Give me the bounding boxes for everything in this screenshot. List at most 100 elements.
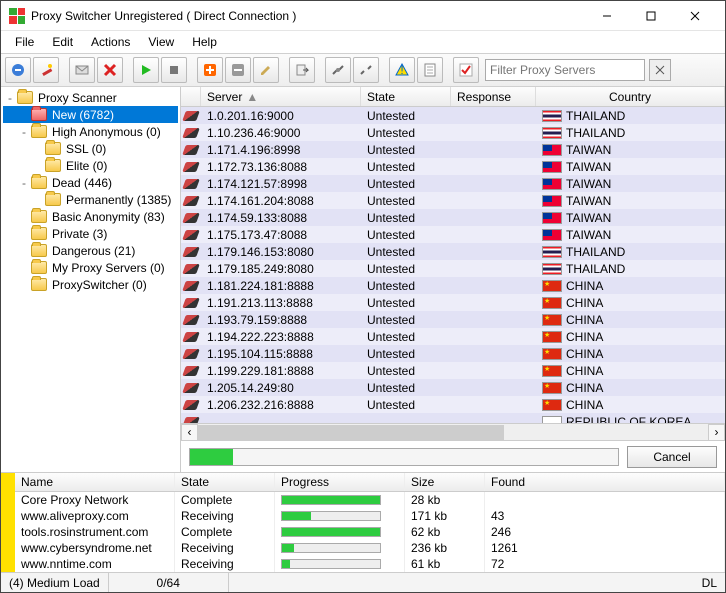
proxy-icon	[182, 264, 200, 274]
check-button[interactable]	[453, 57, 479, 83]
col-response[interactable]: Response	[451, 87, 536, 106]
tree-item[interactable]: -High Anonymous (0)	[3, 123, 178, 140]
menu-edit[interactable]: Edit	[44, 33, 81, 51]
proxy-row[interactable]: 1.181.224.181:8888UntestedCHINA	[181, 277, 725, 294]
tree-item[interactable]: My Proxy Servers (0)	[3, 259, 178, 276]
add-button[interactable]	[197, 57, 223, 83]
col-server[interactable]: Server ▲	[201, 87, 361, 106]
source-row[interactable]: www.nntime.comReceiving61 kb72	[15, 556, 725, 572]
proxy-icon	[182, 162, 200, 172]
tree-item[interactable]: Dangerous (21)	[3, 242, 178, 259]
horizontal-scrollbar[interactable]: ‹ ›	[181, 423, 725, 440]
proxy-icon	[182, 128, 200, 138]
proxy-row[interactable]: 1.0.201.16:9000UntestedTHAILAND	[181, 107, 725, 124]
proxy-row[interactable]: 1.206.232.216:8888UntestedCHINA	[181, 396, 725, 413]
wizard-button[interactable]	[33, 57, 59, 83]
source-row[interactable]: www.cybersyndrome.netReceiving236 kb1261	[15, 540, 725, 556]
filter-clear-button[interactable]	[649, 59, 671, 81]
flag-icon	[542, 263, 562, 275]
menu-help[interactable]: Help	[184, 33, 225, 51]
proxy-icon	[182, 213, 200, 223]
src-col-size[interactable]: Size	[405, 473, 485, 491]
proxy-icon	[182, 315, 200, 325]
mail-button[interactable]	[69, 57, 95, 83]
status-count: 0/64	[109, 573, 229, 592]
maximize-button[interactable]	[629, 2, 673, 30]
proxy-row[interactable]: 1.193.79.159:8888UntestedCHINA	[181, 311, 725, 328]
proxy-icon	[182, 298, 200, 308]
disconnect-button[interactable]	[353, 57, 379, 83]
remove-button[interactable]	[225, 57, 251, 83]
proxy-row[interactable]: 1.179.146.153:8080UntestedTHAILAND	[181, 243, 725, 260]
tree-item[interactable]: Permanently (1385)	[3, 191, 178, 208]
proxy-row[interactable]: REPUBLIC OF KOREA	[181, 413, 725, 423]
proxy-row[interactable]: 1.195.104.115:8888UntestedCHINA	[181, 345, 725, 362]
flag-icon	[542, 365, 562, 377]
close-button[interactable]	[673, 2, 717, 30]
minimize-button[interactable]	[585, 2, 629, 30]
flag-icon	[542, 314, 562, 326]
export-button[interactable]	[289, 57, 315, 83]
col-icon[interactable]	[181, 87, 201, 106]
flag-icon	[542, 127, 562, 139]
tree-item[interactable]: SSL (0)	[3, 140, 178, 157]
source-row[interactable]: www.aliveproxy.comReceiving171 kb43	[15, 508, 725, 524]
proxy-row[interactable]: 1.174.121.57:8998UntestedTAIWAN	[181, 175, 725, 192]
proxy-row[interactable]: 1.10.236.46:9000UntestedTHAILAND	[181, 124, 725, 141]
flag-icon	[542, 144, 562, 156]
connect-button[interactable]	[325, 57, 351, 83]
scroll-track[interactable]	[198, 425, 708, 440]
source-row[interactable]: tools.rosinstrument.comComplete62 kb246	[15, 524, 725, 540]
scroll-right-button[interactable]: ›	[708, 424, 725, 441]
log-button[interactable]	[417, 57, 443, 83]
src-col-name[interactable]: Name	[15, 473, 175, 491]
tree-pane[interactable]: -Proxy Scanner New (6782)-High Anonymous…	[1, 87, 181, 472]
tree-item[interactable]: Basic Anonymity (83)	[3, 208, 178, 225]
list-header: Server ▲ State Response Country	[181, 87, 725, 107]
menu-actions[interactable]: Actions	[83, 33, 138, 51]
proxy-row[interactable]: 1.205.14.249:80UntestedCHINA	[181, 379, 725, 396]
proxy-icon	[182, 281, 200, 291]
proxy-row[interactable]: 1.179.185.249:8080UntestedTHAILAND	[181, 260, 725, 277]
proxy-row[interactable]: 1.171.4.196:8998UntestedTAIWAN	[181, 141, 725, 158]
edit-button[interactable]	[253, 57, 279, 83]
stop-button[interactable]	[161, 57, 187, 83]
status-load: (4) Medium Load	[1, 573, 109, 592]
proxy-row[interactable]: 1.174.161.204:8088UntestedTAIWAN	[181, 192, 725, 209]
filter-input[interactable]	[485, 59, 645, 81]
proxy-row[interactable]: 1.174.59.133:8088UntestedTAIWAN	[181, 209, 725, 226]
tree-item[interactable]: -Dead (446)	[3, 174, 178, 191]
flag-icon	[542, 161, 562, 173]
src-col-state[interactable]: State	[175, 473, 275, 491]
play-button[interactable]	[133, 57, 159, 83]
src-col-found[interactable]: Found	[485, 473, 725, 491]
scroll-thumb[interactable]	[198, 425, 504, 440]
menu-file[interactable]: File	[7, 33, 42, 51]
list-body[interactable]: 1.0.201.16:9000UntestedTHAILAND1.10.236.…	[181, 107, 725, 423]
col-state[interactable]: State	[361, 87, 451, 106]
proxy-row[interactable]: 1.191.213.113:8888UntestedCHINA	[181, 294, 725, 311]
col-country[interactable]: Country	[536, 87, 725, 106]
tree-item[interactable]: Elite (0)	[3, 157, 178, 174]
tree-item[interactable]: New (6782)	[3, 106, 178, 123]
flag-icon	[542, 246, 562, 258]
delete-button[interactable]	[97, 57, 123, 83]
menu-view[interactable]: View	[140, 33, 182, 51]
sources-header: Name State Progress Size Found	[15, 473, 725, 492]
cancel-button[interactable]: Cancel	[627, 446, 717, 468]
proxy-row[interactable]: 1.175.173.47:8088UntestedTAIWAN	[181, 226, 725, 243]
proxy-icon	[182, 111, 200, 121]
proxy-row[interactable]: 1.172.73.136:8088UntestedTAIWAN	[181, 158, 725, 175]
direct-connection-button[interactable]	[5, 57, 31, 83]
status-dl: DL	[694, 573, 725, 592]
tree-item[interactable]: Private (3)	[3, 225, 178, 242]
src-col-progress[interactable]: Progress	[275, 473, 405, 491]
source-row[interactable]: Core Proxy NetworkComplete28 kb	[15, 492, 725, 508]
scroll-left-button[interactable]: ‹	[181, 424, 198, 441]
proxy-row[interactable]: 1.199.229.181:8888UntestedCHINA	[181, 362, 725, 379]
flag-icon	[542, 331, 562, 343]
alert-button[interactable]: !	[389, 57, 415, 83]
tree-root[interactable]: -Proxy Scanner	[3, 89, 178, 106]
tree-item[interactable]: ProxySwitcher (0)	[3, 276, 178, 293]
proxy-row[interactable]: 1.194.222.223:8888UntestedCHINA	[181, 328, 725, 345]
